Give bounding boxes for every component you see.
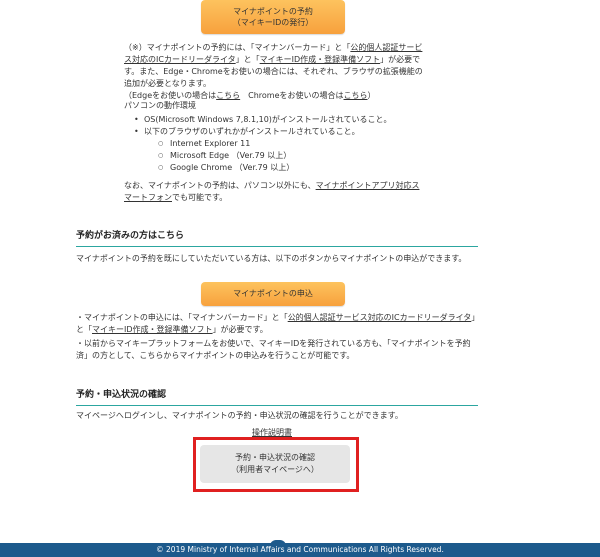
chrome-note-text: Chromeをお使いの場合は bbox=[240, 91, 344, 100]
mykey-platform-note: ・以前からマイキープラットフォームをお使いで、マイキーIDを発行されている方も、… bbox=[76, 339, 471, 360]
apply-note-text: ・マイナポイントの申込には、「マイナンバーカード」と「 bbox=[76, 313, 288, 322]
status-button-line2: （利用者マイページへ） bbox=[231, 465, 319, 474]
browser-list: Internet Explorer 11 Microsoft Edge （Ver… bbox=[158, 138, 294, 174]
requirements-text: （※）マイナポイントの予約には、「マイナンバーカード」と「 bbox=[124, 43, 351, 52]
reserve-button-line1: マイナポイントの予約 bbox=[233, 6, 313, 16]
status-description: マイページへログインし、マイナポイントの予約・申込状況の確認を行うことができます… bbox=[76, 411, 403, 420]
reserved-section-heading: 予約がお済みの方はこちら bbox=[76, 230, 478, 247]
ic-card-reader-link[interactable]: 公的個人認証サービス対応のICカードリーダライタ bbox=[288, 313, 472, 322]
requirements-text: 」と「 bbox=[235, 55, 260, 64]
note-close: ） bbox=[367, 91, 376, 100]
smartphone-note: なお、マイナポイントの予約は、パソコン以外にも、マイナポイントアプリ対応スマート… bbox=[124, 180, 424, 204]
mykey-software-link[interactable]: マイキーID作成・登録準備ソフト bbox=[260, 55, 381, 64]
chrome-extension-link[interactable]: こちら bbox=[344, 91, 368, 100]
edge-extension-link[interactable]: こちら bbox=[216, 91, 240, 100]
status-section-heading: 予約・申込状況の確認 bbox=[76, 389, 478, 406]
pc-env-title: パソコンの動作環境 bbox=[124, 101, 196, 110]
smartphone-note-text: なお、マイナポイントの予約は、パソコン以外にも、 bbox=[124, 181, 316, 190]
mykey-software-link[interactable]: マイキーID作成・登録準備ソフト bbox=[92, 325, 213, 334]
os-requirement: OS(Microsoft Windows 7,8.1,10)がインストールされて… bbox=[134, 114, 392, 126]
reserve-myna-point-button[interactable]: マイナポイントの予約 （マイキーIDの発行） bbox=[201, 0, 345, 34]
status-button-line1: 予約・申込状況の確認 bbox=[235, 453, 315, 463]
apply-note-text: 」が必要です。 bbox=[212, 325, 268, 334]
footer: © 2019 Ministry of Internal Affairs and … bbox=[0, 543, 600, 557]
list-item: Google Chrome （Ver.79 以上） bbox=[158, 162, 294, 174]
smartphone-note-text: でも可能です。 bbox=[172, 193, 228, 202]
copyright-text: © 2019 Ministry of Internal Affairs and … bbox=[156, 545, 444, 554]
reserve-button-line2: （マイキーIDの発行） bbox=[232, 18, 314, 27]
list-item: Microsoft Edge （Ver.79 以上） bbox=[158, 150, 294, 162]
requirements-note: （※）マイナポイントの予約には、「マイナンバーカード」と「公的個人認証サービス対… bbox=[124, 42, 424, 102]
pc-env-list: OS(Microsoft Windows 7,8.1,10)がインストールされて… bbox=[134, 114, 392, 138]
edge-note-text: （Edgeをお使いの場合は bbox=[124, 91, 217, 100]
check-status-button[interactable]: 予約・申込状況の確認 （利用者マイページへ） bbox=[200, 445, 350, 483]
browser-requirement: 以下のブラウザのいずれかがインストールされていること。 bbox=[134, 126, 392, 138]
apply-button-label: マイナポイントの申込 bbox=[233, 289, 313, 299]
list-item: Internet Explorer 11 bbox=[158, 138, 294, 150]
reserved-description: マイナポイントの予約を既にしていただいている方は、以下のボタンからマイナポイント… bbox=[76, 254, 467, 263]
apply-requirements-note: ・マイナポイントの申込には、「マイナンバーカード」と「公的個人認証サービス対応の… bbox=[76, 312, 476, 336]
apply-myna-point-button[interactable]: マイナポイントの申込 bbox=[201, 282, 345, 306]
